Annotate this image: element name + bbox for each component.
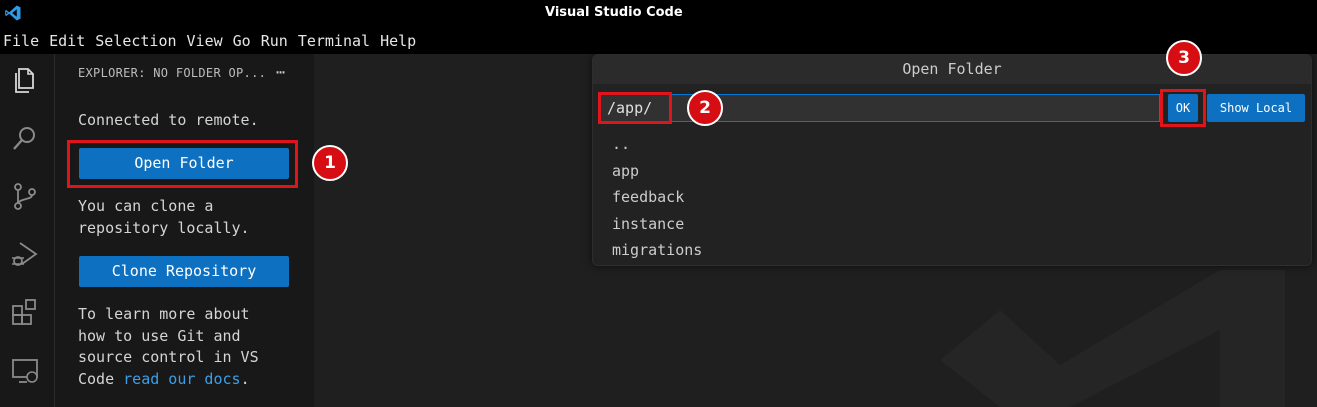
learn-text-line3: source control in VS (78, 348, 259, 366)
folder-path-input[interactable]: /app/ (598, 94, 1160, 122)
title-bar: Visual Studio Code (0, 0, 1317, 27)
menu-file[interactable]: File (3, 32, 39, 50)
highlight-open-folder (67, 140, 298, 188)
folder-item-instance[interactable]: instance (612, 211, 702, 238)
folder-list: .. app feedback instance migrations (612, 131, 702, 264)
clone-repository-button[interactable]: Clone Repository (79, 256, 289, 287)
more-actions-icon[interactable]: ⋯ (276, 63, 285, 81)
clone-text-line1: You can clone a (78, 197, 214, 215)
learn-text-line4: Code read our docs. (78, 368, 250, 390)
menu-view[interactable]: View (187, 32, 223, 50)
highlight-ok-button (1160, 89, 1206, 127)
remote-explorer-icon[interactable] (9, 354, 41, 386)
menu-go[interactable]: Go (233, 32, 251, 50)
window-title: Visual Studio Code (545, 5, 683, 20)
folder-item-feedback[interactable]: feedback (612, 184, 702, 211)
quick-pick-titlebar: Open Folder (593, 55, 1311, 84)
explorer-title: EXPLORER: NO FOLDER OP... (78, 66, 267, 80)
explorer-sidebar: EXPLORER: NO FOLDER OP... ⋯ Connected to… (54, 54, 314, 407)
read-docs-link[interactable]: read our docs (123, 370, 240, 388)
vscode-watermark-icon (940, 270, 1285, 407)
menu-bar: File Edit Selection View Go Run Terminal… (0, 27, 1317, 54)
menu-terminal[interactable]: Terminal (298, 32, 370, 50)
extensions-icon[interactable] (9, 296, 41, 328)
menu-run[interactable]: Run (261, 32, 288, 50)
step-marker-3: 3 (1166, 40, 1202, 76)
folder-item-app[interactable]: app (612, 158, 702, 185)
learn-text-prefix: Code (78, 370, 124, 388)
learn-text-suffix: . (240, 370, 250, 388)
menu-help[interactable]: Help (380, 32, 416, 50)
menu-edit[interactable]: Edit (49, 32, 85, 50)
step-marker-2: 2 (687, 90, 723, 126)
source-control-icon[interactable] (9, 180, 41, 212)
step-marker-1: 1 (312, 145, 348, 181)
search-icon[interactable] (9, 122, 41, 154)
clone-text-line2: repository locally. (78, 219, 250, 237)
quick-pick-title: Open Folder (902, 60, 1002, 78)
connected-text: Connected to remote. (78, 111, 259, 129)
learn-text-line2: how to use Git and (78, 327, 241, 345)
learn-text-line1: To learn more about (78, 305, 250, 323)
open-folder-quick-pick: Open Folder /app/ OK Show Local .. app f… (592, 54, 1312, 266)
run-debug-icon[interactable] (9, 238, 41, 270)
files-icon[interactable] (9, 64, 41, 96)
folder-item-migrations[interactable]: migrations (612, 237, 702, 264)
folder-item-parent[interactable]: .. (612, 131, 702, 158)
activity-bar (0, 54, 54, 407)
menu-selection[interactable]: Selection (95, 32, 176, 50)
show-local-button[interactable]: Show Local (1207, 94, 1305, 122)
highlight-path-input (598, 92, 672, 124)
